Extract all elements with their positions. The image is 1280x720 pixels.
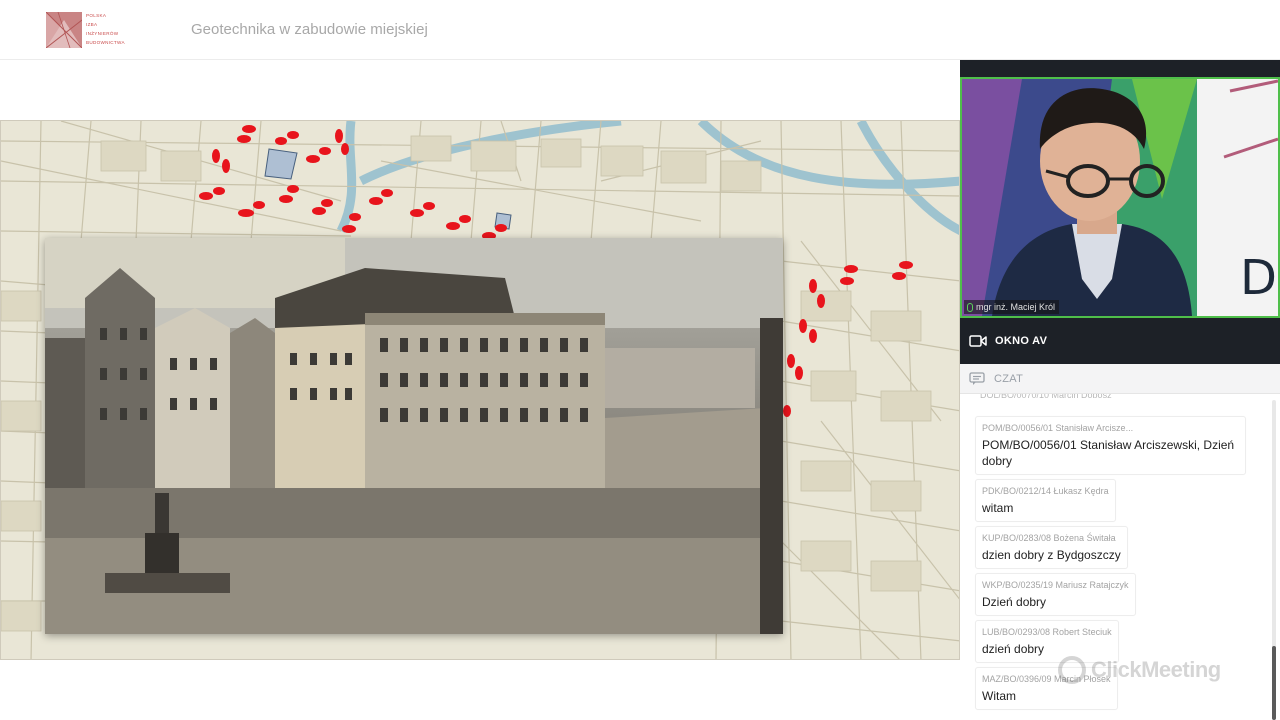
logo-line: INŻYNIERÓW	[86, 31, 119, 36]
message-author: PDK/BO/0212/14 Łukasz Kędra	[982, 486, 1109, 496]
speaker-video[interactable]: DO mgr inż. Maciej Król	[960, 77, 1280, 318]
page-title: Geotechnika w zabudowie miejskiej	[191, 21, 428, 38]
right-panel: DO mgr inż. Maciej Król OKNO AV	[960, 60, 1280, 720]
piib-logo: POLSKA IZBA INŻYNIERÓW BUDOWNICTWA	[46, 11, 125, 49]
logo-text: POLSKA IZBA INŻYNIERÓW BUDOWNICTWA	[86, 11, 125, 47]
chat-message: POM/BO/0056/01 Stanisław Arcisze... POM/…	[975, 416, 1246, 475]
message-text: Witam	[982, 689, 1016, 703]
speaker-name: mgr inż. Maciej Król	[976, 302, 1056, 312]
video-background-text: DO	[1240, 250, 1278, 306]
chat-scrollbar[interactable]	[1272, 400, 1276, 720]
camera-icon	[969, 335, 987, 347]
chat-scrollbar-thumb[interactable]	[1272, 646, 1276, 720]
video-top-bar	[960, 60, 1280, 77]
header: POLSKA IZBA INŻYNIERÓW BUDOWNICTWA Geote…	[0, 0, 1280, 60]
message-author: KUP/BO/0283/08 Bożena Świtała	[982, 533, 1116, 543]
av-window-bar[interactable]: OKNO AV	[960, 318, 1280, 364]
message-text: Dzień dobry	[982, 595, 1047, 609]
logo-line: IZBA	[86, 22, 98, 27]
message-author: POM/BO/0056/01 Stanisław Arcisze...	[982, 423, 1134, 433]
clickmeeting-logo-icon	[1058, 656, 1086, 684]
message-text: dzien dobry z Bydgoszczy	[982, 548, 1121, 562]
watermark-text: ClickMeeting	[1091, 657, 1221, 682]
av-window-label: OKNO AV	[995, 335, 1048, 347]
microphone-icon	[967, 302, 973, 312]
message-text: witam	[982, 501, 1014, 515]
presentation-slide	[0, 60, 960, 720]
message-author: LUB/BO/0293/08 Robert Steciuk	[982, 627, 1112, 637]
chat-message: KUP/BO/0283/08 Bożena Świtała dzien dobr…	[975, 526, 1128, 569]
clickmeeting-watermark: ClickMeeting	[1058, 655, 1221, 685]
message-author: WKP/BO/0235/19 Mariusz Ratajczyk	[982, 580, 1129, 590]
chat-header[interactable]: CZAT	[960, 364, 1280, 394]
chat-icon	[969, 371, 985, 385]
speaker-video-drawing: DO	[962, 79, 1278, 316]
chat-message: PDK/BO/0212/14 Łukasz Kędra witam	[975, 479, 1116, 522]
logo-line: POLSKA	[86, 13, 107, 18]
clipped-message-author: DOL/BO/0070/10 Marcin Dobosz	[980, 394, 1112, 400]
logo-square-icon	[46, 12, 82, 48]
historic-market-square-photo	[45, 238, 783, 634]
logo-line: BUDOWNICTWA	[86, 40, 125, 45]
chat-message: WKP/BO/0235/19 Mariusz Ratajczyk Dzień d…	[975, 573, 1136, 616]
chat-label: CZAT	[994, 372, 1024, 385]
photo-drawing	[45, 238, 783, 634]
speaker-name-label: mgr inż. Maciej Król	[964, 300, 1060, 314]
message-text: POM/BO/0056/01 Stanisław Arciszewski, Dz…	[982, 438, 1235, 468]
